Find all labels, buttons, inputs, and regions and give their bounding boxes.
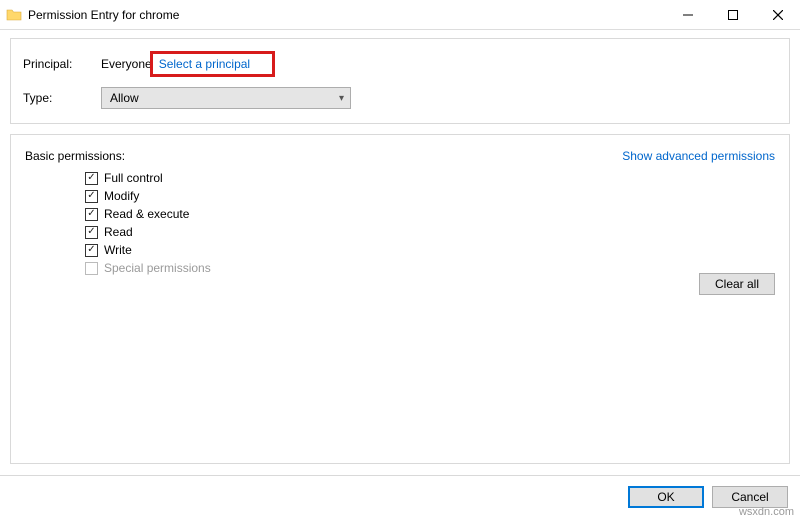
permission-item: ✓ Read & execute xyxy=(85,205,775,223)
basic-permissions-header: Basic permissions: xyxy=(25,149,125,163)
chevron-down-icon: ▾ xyxy=(339,93,344,104)
permissions-panel: Basic permissions: Show advanced permiss… xyxy=(10,134,790,464)
footer-buttons: OK Cancel xyxy=(628,486,788,508)
checkbox[interactable]: ✓ xyxy=(85,244,98,257)
cancel-button[interactable]: Cancel xyxy=(712,486,788,508)
principal-panel: Principal: Everyone Select a principal T… xyxy=(10,38,790,124)
window-title: Permission Entry for chrome xyxy=(28,8,665,22)
window-controls xyxy=(665,0,800,29)
watermark: wsxdn.com xyxy=(739,506,794,518)
checkbox[interactable]: ✓ xyxy=(85,172,98,185)
principal-value: Everyone xyxy=(101,57,152,71)
clear-all-button[interactable]: Clear all xyxy=(699,273,775,295)
folder-icon xyxy=(6,7,22,23)
minimize-button[interactable] xyxy=(665,0,710,30)
permission-label: Modify xyxy=(104,189,139,203)
show-advanced-link[interactable]: Show advanced permissions xyxy=(622,149,775,163)
principal-label: Principal: xyxy=(23,57,101,71)
permission-item: Special permissions xyxy=(85,259,775,277)
type-dropdown-value: Allow xyxy=(110,91,139,105)
close-button[interactable] xyxy=(755,0,800,30)
maximize-button[interactable] xyxy=(710,0,755,30)
footer-separator xyxy=(0,475,800,476)
permission-item: ✓ Write xyxy=(85,241,775,259)
type-dropdown[interactable]: Allow ▾ xyxy=(101,87,351,109)
permission-label: Full control xyxy=(104,171,163,185)
select-principal-link[interactable]: Select a principal xyxy=(150,51,275,77)
permission-label: Read xyxy=(104,225,133,239)
permission-label: Read & execute xyxy=(104,207,189,221)
ok-button[interactable]: OK xyxy=(628,486,704,508)
type-label: Type: xyxy=(23,91,101,105)
checkbox[interactable]: ✓ xyxy=(85,208,98,221)
checkbox[interactable]: ✓ xyxy=(85,190,98,203)
permissions-list: ✓ Full control ✓ Modify ✓ Read & execute… xyxy=(85,169,775,277)
permission-item: ✓ Modify xyxy=(85,187,775,205)
permission-item: ✓ Read xyxy=(85,223,775,241)
checkbox xyxy=(85,262,98,275)
content-area: Principal: Everyone Select a principal T… xyxy=(0,30,800,464)
checkbox[interactable]: ✓ xyxy=(85,226,98,239)
permission-item: ✓ Full control xyxy=(85,169,775,187)
permission-label: Special permissions xyxy=(104,261,211,275)
permission-label: Write xyxy=(104,243,132,257)
titlebar: Permission Entry for chrome xyxy=(0,0,800,30)
